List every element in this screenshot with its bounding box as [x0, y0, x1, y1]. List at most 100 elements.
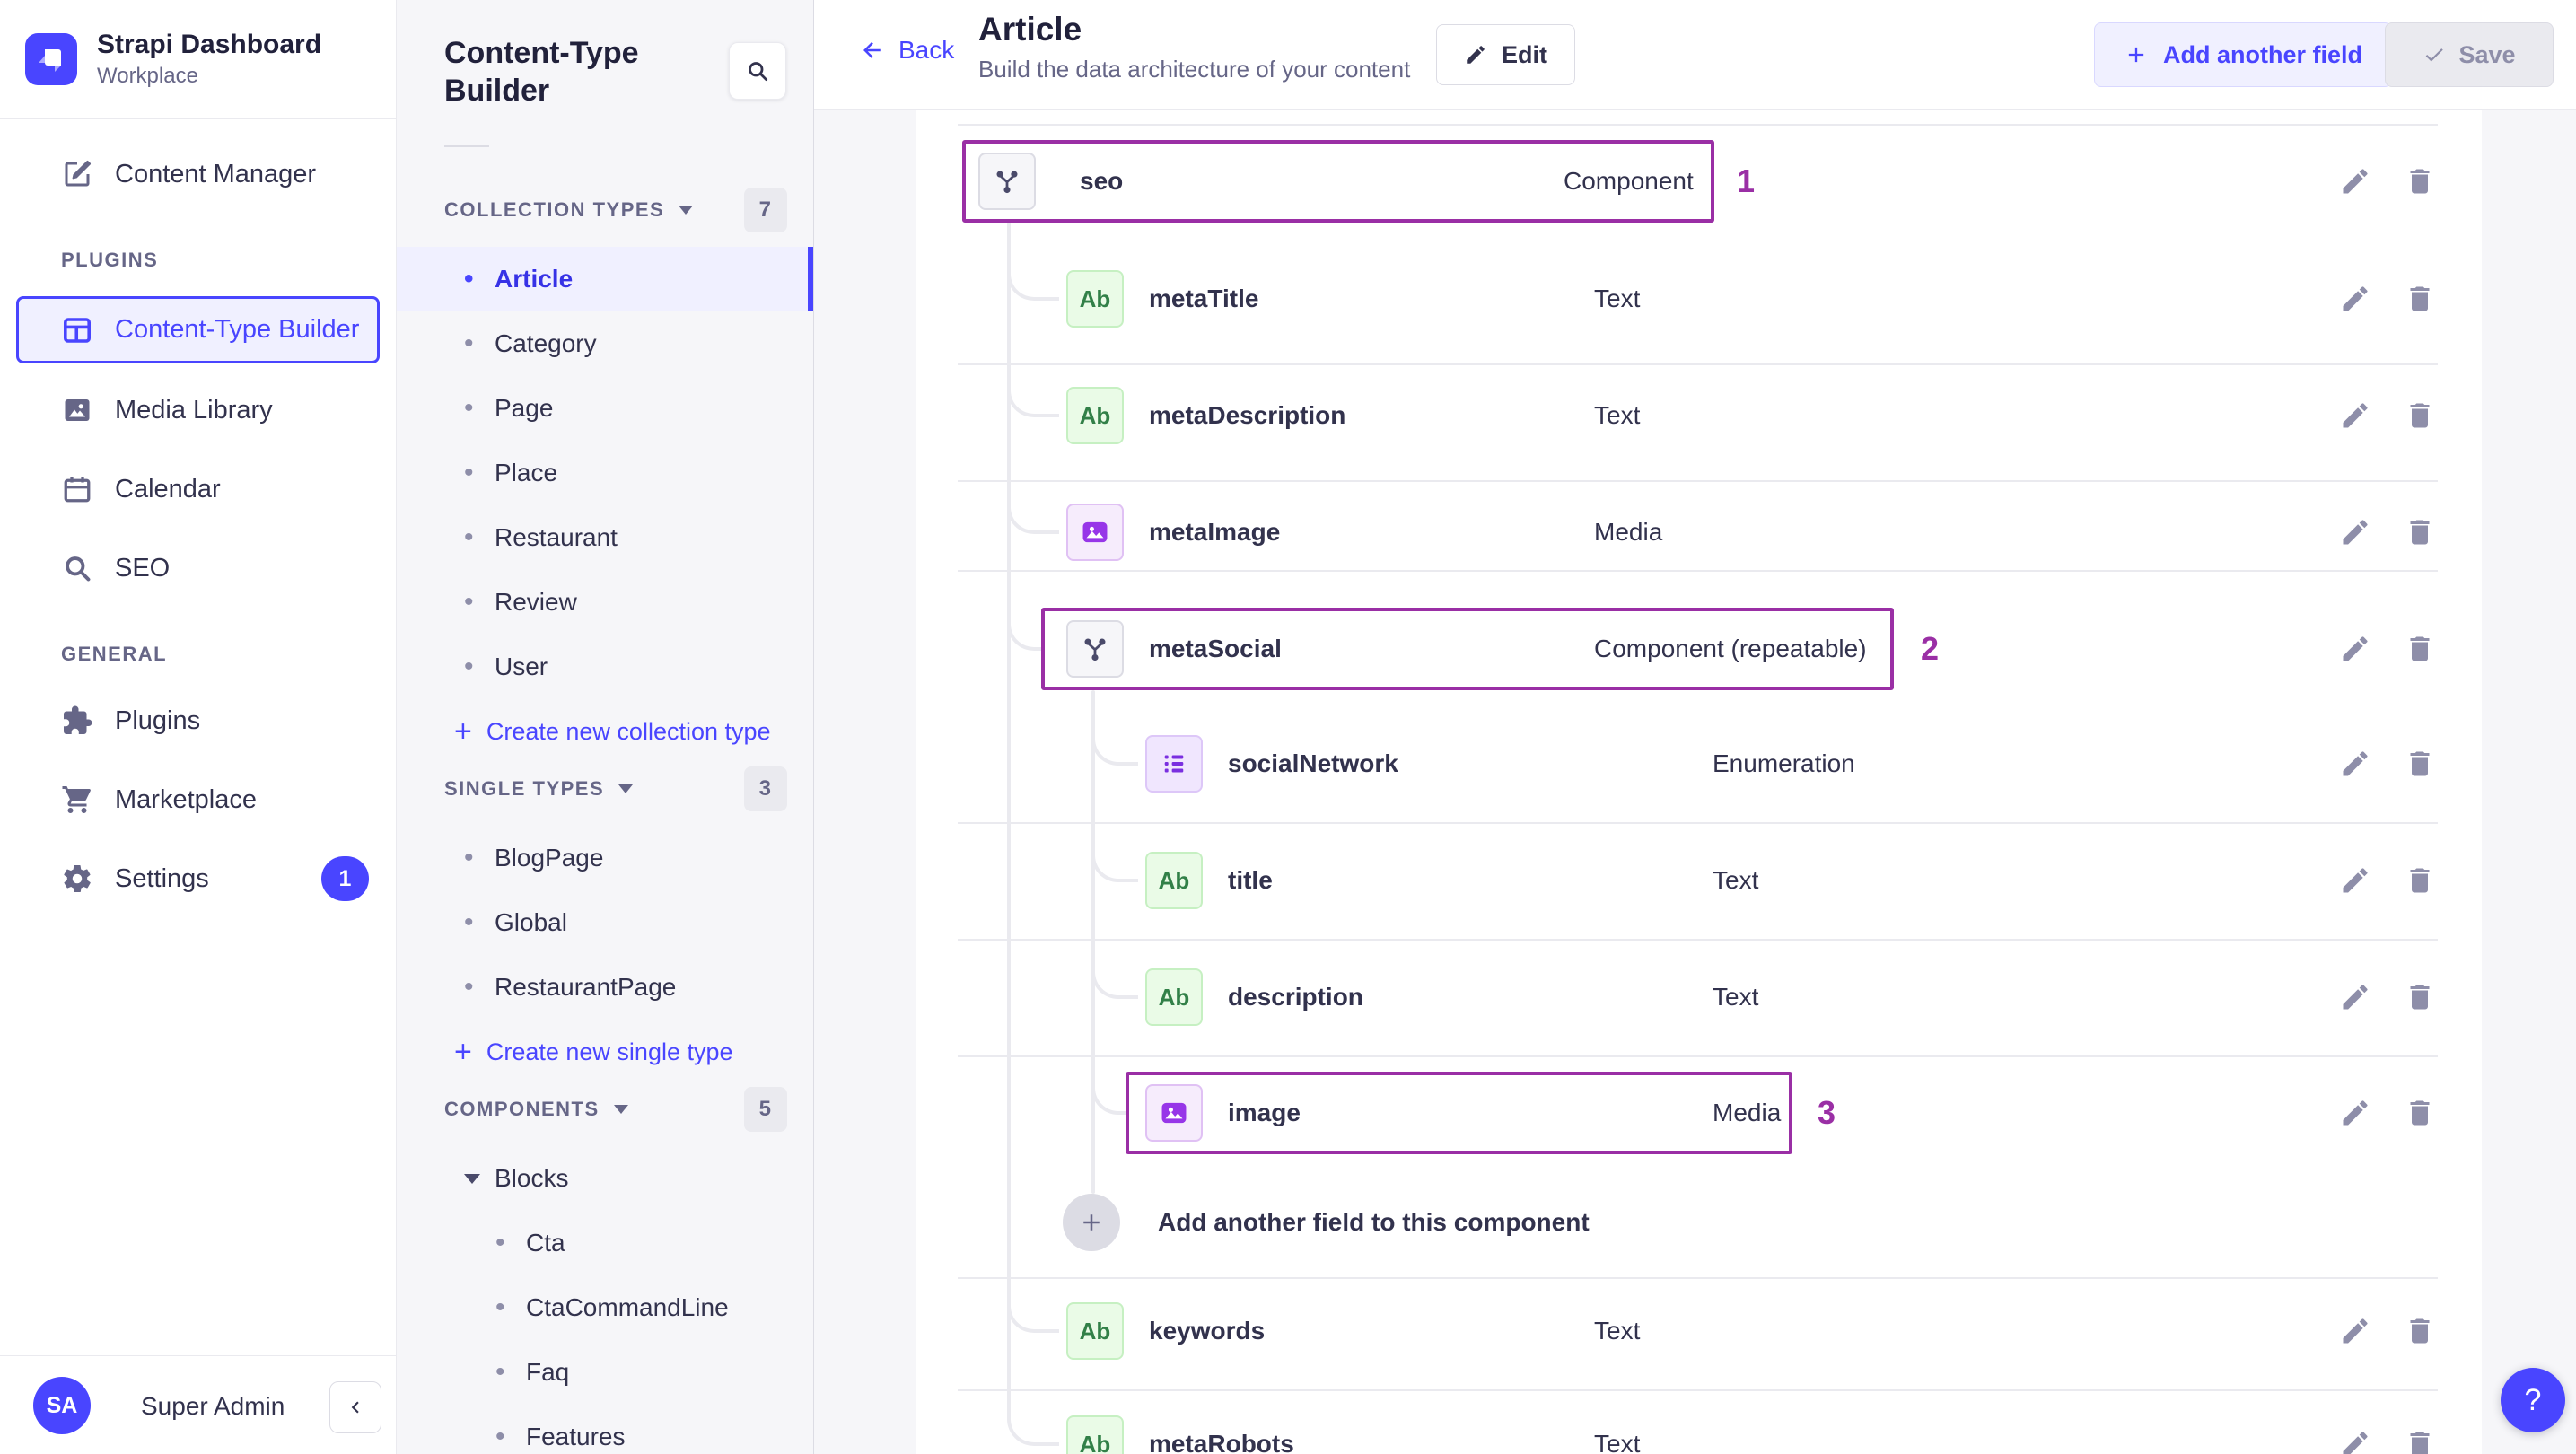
- delete-field-button[interactable]: [2400, 279, 2440, 319]
- collapse-sidebar-button[interactable]: [329, 1381, 381, 1433]
- annotation-number: 1: [1737, 162, 1756, 199]
- row-divider: [958, 1389, 2438, 1391]
- delete-field-button[interactable]: [2400, 1424, 2440, 1454]
- row-divider: [958, 570, 2438, 572]
- sidebar-item-settings[interactable]: Settings 1: [0, 846, 396, 911]
- edit-button[interactable]: Edit: [1436, 24, 1575, 85]
- sidebar-item-seo[interactable]: SEO: [0, 536, 396, 600]
- create-link-create-new-collection-type[interactable]: + Create new collection type: [397, 699, 813, 764]
- nav-item-ctacommandline[interactable]: • CtaCommandLine: [397, 1275, 813, 1340]
- edit-field-button[interactable]: [2335, 977, 2375, 1017]
- nav-item-blocks[interactable]: Blocks: [397, 1146, 813, 1211]
- nav-item-place[interactable]: • Place: [397, 441, 813, 505]
- app-title: Strapi Dashboard: [97, 30, 322, 59]
- help-button[interactable]: ?: [2501, 1368, 2565, 1432]
- nav-item-restaurantpage[interactable]: • RestaurantPage: [397, 955, 813, 1020]
- search-button[interactable]: [729, 42, 786, 100]
- tree-connector-elbow: [1091, 959, 1138, 999]
- edit-field-button[interactable]: [2335, 1311, 2375, 1351]
- field-name: metaTitle: [1149, 285, 1259, 312]
- save-button[interactable]: Save: [2385, 22, 2554, 87]
- nav-item-global[interactable]: • Global: [397, 890, 813, 955]
- add-another-field-button[interactable]: Add another field: [2094, 22, 2392, 87]
- edit-field-button[interactable]: [2335, 629, 2375, 669]
- edit-field-button[interactable]: [2335, 162, 2375, 201]
- panel-title: Content-Type Builder: [444, 36, 639, 108]
- item-label: Create new single type: [486, 1038, 733, 1065]
- edit-field-button[interactable]: [2335, 1093, 2375, 1133]
- section-label: COMPONENTS: [444, 1098, 600, 1120]
- field-name: socialNetwork: [1228, 749, 1398, 777]
- field-type: Enumeration: [1713, 749, 1855, 777]
- nav-item-page[interactable]: • Page: [397, 376, 813, 441]
- delete-field-button[interactable]: [2400, 512, 2440, 552]
- row-divider: [958, 124, 2438, 126]
- cart-icon: [61, 784, 93, 816]
- delete-field-button[interactable]: [2400, 861, 2440, 900]
- create-link-create-new-single-type[interactable]: + Create new single type: [397, 1020, 813, 1084]
- bullet-icon: •: [464, 972, 474, 1002]
- chevron-down-icon: [679, 206, 694, 215]
- edit-field-button[interactable]: [2335, 279, 2375, 319]
- add-field-to-component-button[interactable]: [1063, 1194, 1120, 1251]
- nav-item-restaurant[interactable]: • Restaurant: [397, 505, 813, 570]
- field-type: Text: [1713, 866, 1759, 894]
- sidebar-item-content-manager[interactable]: Content Manager: [0, 142, 396, 206]
- delete-field-button[interactable]: [2400, 744, 2440, 784]
- nav-item-faq[interactable]: • Faq: [397, 1340, 813, 1405]
- back-link[interactable]: Back: [859, 36, 954, 65]
- edit-field-button[interactable]: [2335, 396, 2375, 435]
- nav-item-features[interactable]: • Features: [397, 1405, 813, 1454]
- sidebar-section-label: GENERAL: [61, 643, 168, 665]
- delete-field-button[interactable]: [2400, 977, 2440, 1017]
- item-label: Features: [526, 1423, 626, 1450]
- section-header-components[interactable]: COMPONENTS 5: [397, 1086, 813, 1133]
- section-count-badge: 3: [744, 766, 787, 811]
- content-area: seo Component 1 Ab metaTitle Text Ab metaDescri…: [814, 110, 2576, 1454]
- page-header: Back Article Build the data architecture…: [814, 0, 2576, 110]
- fields-list: seo Component 1 Ab metaTitle Text Ab metaDescri…: [916, 110, 2482, 1454]
- tree-connector-elbow: [1091, 726, 1138, 766]
- section-label: COLLECTION TYPES: [444, 198, 665, 221]
- field-type: Text: [1594, 1317, 1641, 1345]
- edit-field-button[interactable]: [2335, 1424, 2375, 1454]
- chevron-down-icon: [618, 784, 634, 793]
- item-label: Blocks: [495, 1164, 569, 1192]
- field-name: title: [1228, 866, 1273, 894]
- puzzle-icon: [61, 705, 93, 737]
- nav-item-blogpage[interactable]: • BlogPage: [397, 826, 813, 890]
- section-count-badge: 7: [744, 188, 787, 232]
- section-items: Blocks • Cta • CtaCommandLine • Faq • Features: [397, 1146, 813, 1454]
- calendar-icon: [61, 473, 93, 505]
- tree-connector-elbow: [1007, 1406, 1059, 1446]
- nav-item-category[interactable]: • Category: [397, 311, 813, 376]
- avatar[interactable]: SA: [33, 1377, 91, 1434]
- section-header-single-types[interactable]: SINGLE TYPES 3: [397, 766, 813, 812]
- delete-field-button[interactable]: [2400, 396, 2440, 435]
- sidebar-item-label: Media Library: [115, 395, 273, 425]
- sidebar: Strapi Dashboard Workplace Content Manag…: [0, 0, 397, 1454]
- delete-field-button[interactable]: [2400, 1311, 2440, 1351]
- item-label: Restaurant: [495, 523, 618, 551]
- delete-field-button[interactable]: [2400, 1093, 2440, 1133]
- component-field-icon: [978, 153, 1036, 210]
- delete-field-button[interactable]: [2400, 162, 2440, 201]
- sidebar-item-marketplace[interactable]: Marketplace: [0, 767, 396, 832]
- section-header-collection-types[interactable]: COLLECTION TYPES 7: [397, 187, 813, 233]
- sidebar-item-calendar[interactable]: Calendar: [0, 457, 396, 521]
- sidebar-item-media-library[interactable]: Media Library: [0, 378, 396, 442]
- workspace-header[interactable]: Strapi Dashboard Workplace: [0, 0, 396, 119]
- nav-item-cta[interactable]: • Cta: [397, 1211, 813, 1275]
- nav-item-review[interactable]: • Review: [397, 570, 813, 635]
- delete-field-button[interactable]: [2400, 629, 2440, 669]
- plus-icon: [2124, 42, 2149, 67]
- nav-item-article[interactable]: • Article: [397, 247, 813, 311]
- edit-field-button[interactable]: [2335, 861, 2375, 900]
- bullet-icon: •: [495, 1422, 505, 1451]
- sidebar-item-plugins[interactable]: Plugins: [0, 688, 396, 753]
- nav-item-user[interactable]: • User: [397, 635, 813, 699]
- sidebar-item-content-type-builder[interactable]: Content-Type Builder: [16, 296, 380, 364]
- edit-field-button[interactable]: [2335, 744, 2375, 784]
- chevron-down-icon: [613, 1105, 628, 1114]
- edit-field-button[interactable]: [2335, 512, 2375, 552]
